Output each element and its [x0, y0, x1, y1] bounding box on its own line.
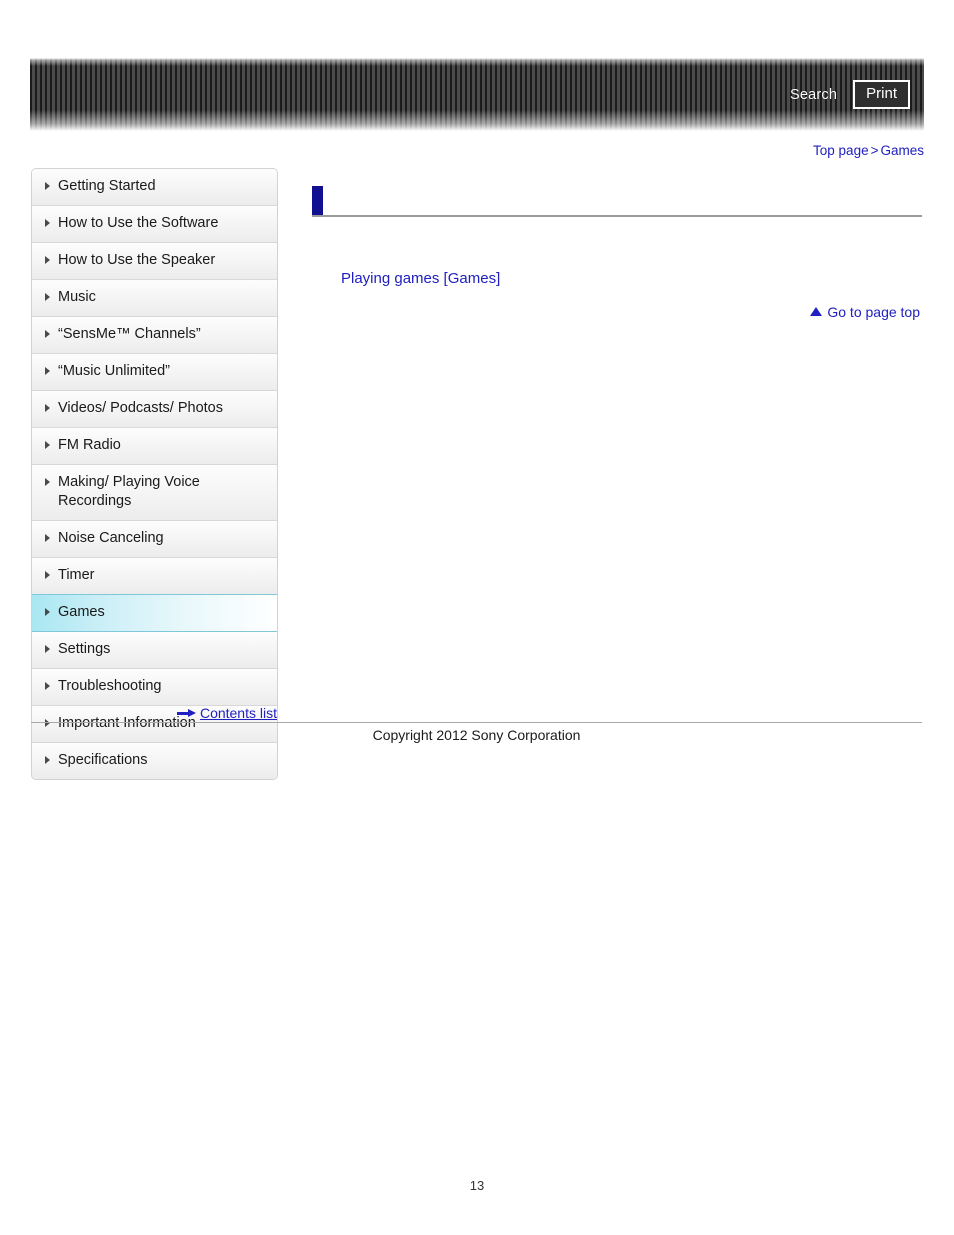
breadcrumb-top-page[interactable]: Top page	[813, 143, 869, 158]
sidebar-item-noise-canceling[interactable]: Noise Canceling	[32, 521, 277, 558]
go-to-page-top-label: Go to page top	[827, 303, 920, 320]
sidebar-item-settings[interactable]: Settings	[32, 632, 277, 669]
go-to-top-row: Go to page top	[312, 303, 922, 321]
sidebar-item-music-unlimited[interactable]: “Music Unlimited”	[32, 354, 277, 391]
sidebar-item-label: Settings	[58, 641, 111, 657]
sidebar-item-fm-radio[interactable]: FM Radio	[32, 428, 277, 465]
heading-accent-bar	[312, 186, 323, 215]
triangle-right-icon	[45, 645, 50, 653]
footer-copyright: Copyright 2012 Sony Corporation	[372, 727, 581, 743]
triangle-right-icon	[45, 682, 50, 690]
sidebar-item-videos-podcasts-photos[interactable]: Videos/ Podcasts/ Photos	[32, 391, 277, 428]
sidebar-item-sensme-channels[interactable]: “SensMe™ Channels”	[32, 317, 277, 354]
contents-list-link[interactable]: Contents list	[176, 705, 277, 721]
page-number: 13	[469, 1178, 485, 1193]
breadcrumb-separator: >	[870, 143, 879, 158]
sidebar-item-label: Noise Canceling	[58, 530, 164, 546]
sidebar-item-games[interactable]: Games	[32, 594, 277, 632]
sidebar-item-label: Timer	[58, 567, 95, 583]
footer-divider	[31, 722, 922, 723]
sidebar-item-label: Making/ Playing Voice Recordings	[58, 474, 200, 509]
search-link[interactable]: Search	[790, 87, 837, 103]
triangle-right-icon	[45, 219, 50, 227]
sidebar-item-specifications[interactable]: Specifications	[32, 743, 277, 779]
triangle-right-icon	[45, 256, 50, 264]
sidebar-nav: Getting Started How to Use the Software …	[31, 168, 278, 780]
sidebar-item-label: Music	[58, 289, 96, 305]
arrow-right-icon	[176, 708, 196, 718]
page-title	[312, 186, 922, 217]
sidebar-item-label: Troubleshooting	[58, 678, 162, 694]
triangle-right-icon	[45, 441, 50, 449]
sidebar-item-label: Games	[58, 604, 105, 620]
triangle-right-icon	[45, 293, 50, 301]
contents-list-row: Contents list	[31, 705, 277, 721]
sidebar-item-troubleshooting[interactable]: Troubleshooting	[32, 669, 277, 706]
sidebar-item-label: “SensMe™ Channels”	[58, 326, 201, 342]
triangle-up-icon	[810, 307, 823, 316]
topic-list: Playing games [Games]	[312, 270, 922, 288]
sidebar-item-how-to-use-the-speaker[interactable]: How to Use the Speaker	[32, 243, 277, 280]
sidebar-item-music[interactable]: Music	[32, 280, 277, 317]
sidebar-item-label: “Music Unlimited”	[58, 363, 170, 379]
header-actions: Search Print	[790, 58, 910, 131]
sidebar-item-label: FM Radio	[58, 437, 121, 453]
triangle-right-icon	[45, 478, 50, 486]
sidebar-item-timer[interactable]: Timer	[32, 558, 277, 595]
triangle-right-icon	[45, 182, 50, 190]
main-content: Playing games [Games] Go to page top	[312, 186, 922, 321]
sidebar-item-label: Videos/ Podcasts/ Photos	[58, 400, 223, 416]
triangle-right-icon	[45, 571, 50, 579]
sidebar-item-getting-started[interactable]: Getting Started	[32, 169, 277, 206]
topic-link-playing-games[interactable]: Playing games [Games]	[341, 270, 500, 287]
triangle-right-icon	[45, 330, 50, 338]
sidebar-item-how-to-use-the-software[interactable]: How to Use the Software	[32, 206, 277, 243]
contents-list-label: Contents list	[199, 705, 277, 721]
sidebar-item-label: Specifications	[58, 752, 148, 768]
triangle-right-icon	[45, 404, 50, 412]
triangle-right-icon	[45, 608, 50, 616]
sidebar-item-label: How to Use the Speaker	[58, 252, 216, 268]
sidebar-item-label: Getting Started	[58, 178, 156, 194]
print-button[interactable]: Print	[853, 80, 910, 109]
sidebar-item-making-playing-voice-recordings[interactable]: Making/ Playing Voice Recordings	[32, 465, 277, 521]
go-to-page-top-link[interactable]: Go to page top	[810, 304, 920, 320]
sidebar-item-label: How to Use the Software	[58, 215, 219, 231]
triangle-right-icon	[45, 756, 50, 764]
breadcrumb-current[interactable]: Games	[880, 143, 924, 158]
triangle-right-icon	[45, 367, 50, 375]
header-banner: Search Print	[30, 58, 924, 131]
triangle-right-icon	[45, 534, 50, 542]
breadcrumb: Top page > Games	[813, 143, 924, 158]
